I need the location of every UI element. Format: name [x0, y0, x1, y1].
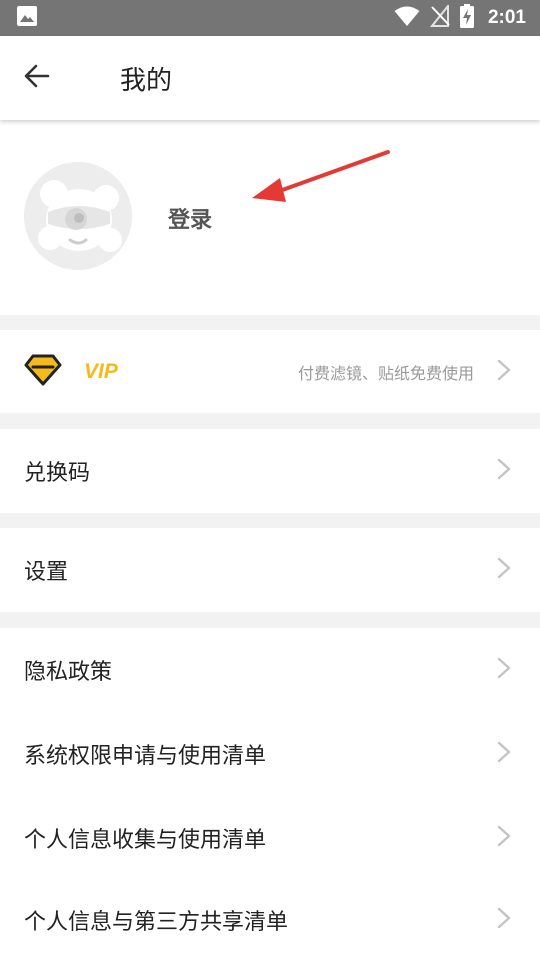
settings-row[interactable]: 设置	[0, 528, 540, 612]
permissions-list-row[interactable]: 系统权限申请与使用清单	[0, 712, 540, 796]
privacy-policy-label: 隐私政策	[24, 660, 113, 685]
chevron-right-icon	[496, 740, 512, 768]
redeem-code-row[interactable]: 兑换码	[0, 429, 540, 513]
chevron-right-icon	[496, 906, 512, 934]
app-bar: 我的	[0, 36, 540, 120]
section-divider	[0, 315, 540, 330]
chevron-right-icon	[496, 656, 512, 684]
diamond-icon	[24, 353, 62, 391]
default-avatar-icon	[24, 162, 132, 270]
third-party-sharing-label: 个人信息与第三方共享清单	[24, 910, 289, 935]
vip-row[interactable]: VIP 付费滤镜、贴纸免费使用	[0, 330, 540, 413]
image-icon	[16, 5, 38, 31]
chevron-right-icon	[496, 358, 512, 386]
settings-label: 设置	[24, 560, 69, 585]
privacy-policy-row[interactable]: 隐私政策	[0, 628, 540, 712]
arrow-left-icon	[23, 62, 51, 94]
third-party-sharing-row[interactable]: 个人信息与第三方共享清单	[0, 880, 540, 960]
page-title: 我的	[120, 65, 173, 96]
chevron-right-icon	[496, 824, 512, 852]
annotation-arrow-icon	[252, 150, 390, 202]
info-collection-label: 个人信息收集与使用清单	[24, 828, 267, 853]
status-time: 2:01	[487, 7, 526, 28]
section-divider	[0, 612, 540, 628]
status-bar: 2:01	[0, 0, 540, 36]
info-collection-row[interactable]: 个人信息收集与使用清单	[0, 796, 540, 880]
chevron-right-icon	[496, 556, 512, 584]
login-button[interactable]: 登录	[168, 202, 212, 234]
vip-label: VIP	[84, 359, 118, 383]
avatar[interactable]	[24, 162, 132, 270]
redeem-code-label: 兑换码	[24, 461, 91, 486]
no-sim-icon	[429, 3, 450, 31]
chevron-right-icon	[496, 457, 512, 485]
wifi-icon	[394, 5, 420, 31]
vip-subtitle: 付费滤镜、贴纸免费使用	[297, 363, 474, 383]
section-divider	[0, 513, 540, 528]
back-button[interactable]	[0, 36, 74, 120]
section-divider	[0, 413, 540, 429]
permissions-list-label: 系统权限申请与使用清单	[24, 744, 267, 769]
battery-charging-icon	[459, 4, 474, 32]
